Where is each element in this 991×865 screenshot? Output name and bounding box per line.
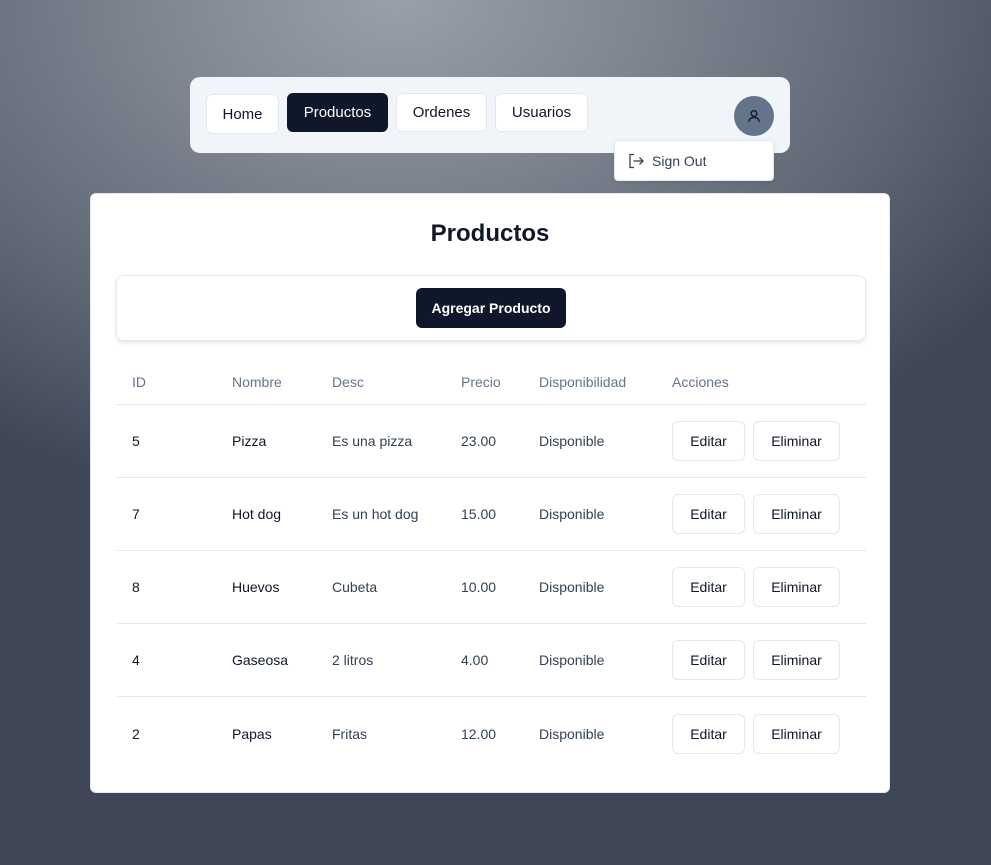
header-disponibilidad: Disponibilidad: [539, 373, 627, 390]
header-desc: Desc: [332, 373, 364, 390]
edit-button[interactable]: Editar: [672, 421, 745, 461]
cell-nombre: Pizza: [232, 433, 267, 449]
header-nombre: Nombre: [232, 373, 282, 390]
sign-out-label: Sign Out: [652, 152, 707, 169]
cell-acciones: Editar Eliminar: [672, 478, 840, 550]
cell-nombre: Hot dog: [232, 506, 282, 522]
cell-precio: 4.00: [461, 652, 489, 668]
cell-nombre: Papas: [232, 725, 272, 742]
cell-nombre: Gaseosa: [232, 652, 289, 668]
header-precio: Precio: [461, 373, 501, 390]
edit-button[interactable]: Editar: [672, 640, 745, 680]
table-row: 5 Pizza Es una pizza 23.00 Disponible Ed…: [116, 405, 866, 478]
cell-id: 2: [132, 725, 140, 742]
cell-precio: 23.00: [461, 433, 497, 449]
cell-id: 5: [132, 433, 140, 449]
cell-id: 4: [132, 652, 140, 668]
cell-desc: Cubeta: [332, 579, 378, 595]
nav-usuarios-button[interactable]: Usuarios: [495, 93, 588, 132]
products-table: ID Nombre Desc Precio Disponibilidad Acc…: [116, 359, 866, 770]
products-card: Productos Agregar Producto ID Nombre Des…: [90, 193, 890, 793]
sign-out-menu-item[interactable]: Sign Out: [614, 140, 774, 181]
delete-button[interactable]: Eliminar: [753, 494, 840, 534]
cell-acciones: Editar Eliminar: [672, 624, 840, 696]
nav-productos-button[interactable]: Productos: [287, 93, 388, 132]
user-avatar[interactable]: [734, 96, 774, 136]
cell-acciones: Editar Eliminar: [672, 697, 840, 770]
cell-nombre: Huevos: [232, 579, 280, 595]
cell-desc: 2 litros: [332, 652, 374, 668]
log-out-icon: [629, 153, 644, 168]
table-row: 2 Papas Fritas 12.00 Disponible Editar E…: [116, 697, 866, 770]
cell-desc: Es un hot dog: [332, 506, 419, 522]
cell-disponibilidad: Disponible: [539, 652, 605, 668]
edit-button[interactable]: Editar: [672, 713, 745, 754]
actions-toolbar: Agregar Producto: [116, 275, 866, 341]
cell-disponibilidad: Disponible: [539, 506, 605, 522]
cell-precio: 15.00: [461, 506, 497, 522]
user-icon: [748, 110, 760, 123]
delete-button[interactable]: Eliminar: [753, 567, 840, 607]
cell-disponibilidad: Disponible: [539, 433, 605, 449]
edit-button[interactable]: Editar: [672, 494, 745, 534]
add-product-button[interactable]: Agregar Producto: [416, 288, 566, 328]
cell-desc: Fritas: [332, 725, 367, 742]
delete-button[interactable]: Eliminar: [753, 640, 840, 680]
table-header: ID Nombre Desc Precio Disponibilidad Acc…: [116, 359, 866, 405]
cell-acciones: Editar Eliminar: [672, 551, 840, 623]
header-acciones: Acciones: [672, 373, 729, 390]
cell-precio: 10.00: [461, 579, 497, 595]
nav-home-button[interactable]: Home: [206, 94, 279, 134]
cell-desc: Es una pizza: [332, 433, 413, 449]
cell-precio: 12.00: [461, 725, 497, 742]
nav-ordenes-button[interactable]: Ordenes: [396, 93, 487, 132]
page-title: Productos: [430, 220, 550, 247]
cell-id: 7: [132, 506, 140, 522]
table-row: 7 Hot dog Es un hot dog 15.00 Disponible…: [116, 478, 866, 551]
cell-disponibilidad: Disponible: [539, 579, 605, 595]
cell-id: 8: [132, 579, 140, 595]
cell-disponibilidad: Disponible: [539, 725, 605, 742]
header-id: ID: [132, 373, 146, 390]
table-row: 8 Huevos Cubeta 10.00 Disponible Editar …: [116, 551, 866, 624]
delete-button[interactable]: Eliminar: [753, 713, 840, 754]
delete-button[interactable]: Eliminar: [753, 421, 840, 461]
table-row: 4 Gaseosa 2 litros 4.00 Disponible Edita…: [116, 624, 866, 697]
edit-button[interactable]: Editar: [672, 567, 745, 607]
cell-acciones: Editar Eliminar: [672, 405, 840, 477]
